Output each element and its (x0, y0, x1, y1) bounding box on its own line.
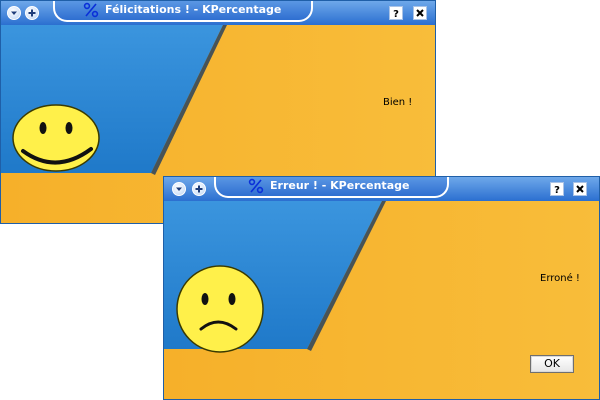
chevron-down-icon[interactable] (7, 6, 21, 20)
chevron-down-icon[interactable] (172, 182, 186, 196)
congrats-title: Félicitations ! - KPercentage (105, 3, 282, 16)
plus-icon[interactable] (25, 6, 39, 20)
error-message: Erroné ! (540, 273, 580, 284)
error-title-pill: Erreur ! - KPercentage (214, 177, 449, 201)
close-icon[interactable] (573, 182, 587, 196)
sad-face-icon (176, 265, 264, 353)
congrats-title-pill: Félicitations ! - KPercentage (53, 1, 313, 25)
error-titlebar[interactable]: Erreur ! - KPercentage ? (164, 177, 599, 202)
plus-icon[interactable] (192, 182, 206, 196)
congrats-titlebar[interactable]: Félicitations ! - KPercentage ? (1, 1, 435, 26)
svg-text:?: ? (554, 185, 560, 195)
close-icon[interactable] (413, 6, 427, 20)
error-window: Erreur ! - KPercentage ? Erroné ! OK (163, 176, 600, 400)
svg-text:?: ? (393, 9, 399, 19)
congrats-message: Bien ! (383, 97, 413, 108)
error-content: Erroné ! OK (164, 201, 599, 399)
percent-icon (83, 2, 99, 25)
help-icon[interactable]: ? (389, 6, 403, 20)
percent-icon (248, 178, 264, 201)
help-icon[interactable]: ? (550, 182, 564, 196)
error-title: Erreur ! - KPercentage (270, 179, 410, 192)
happy-face-icon (12, 104, 100, 172)
ok-button[interactable]: OK (530, 355, 574, 373)
